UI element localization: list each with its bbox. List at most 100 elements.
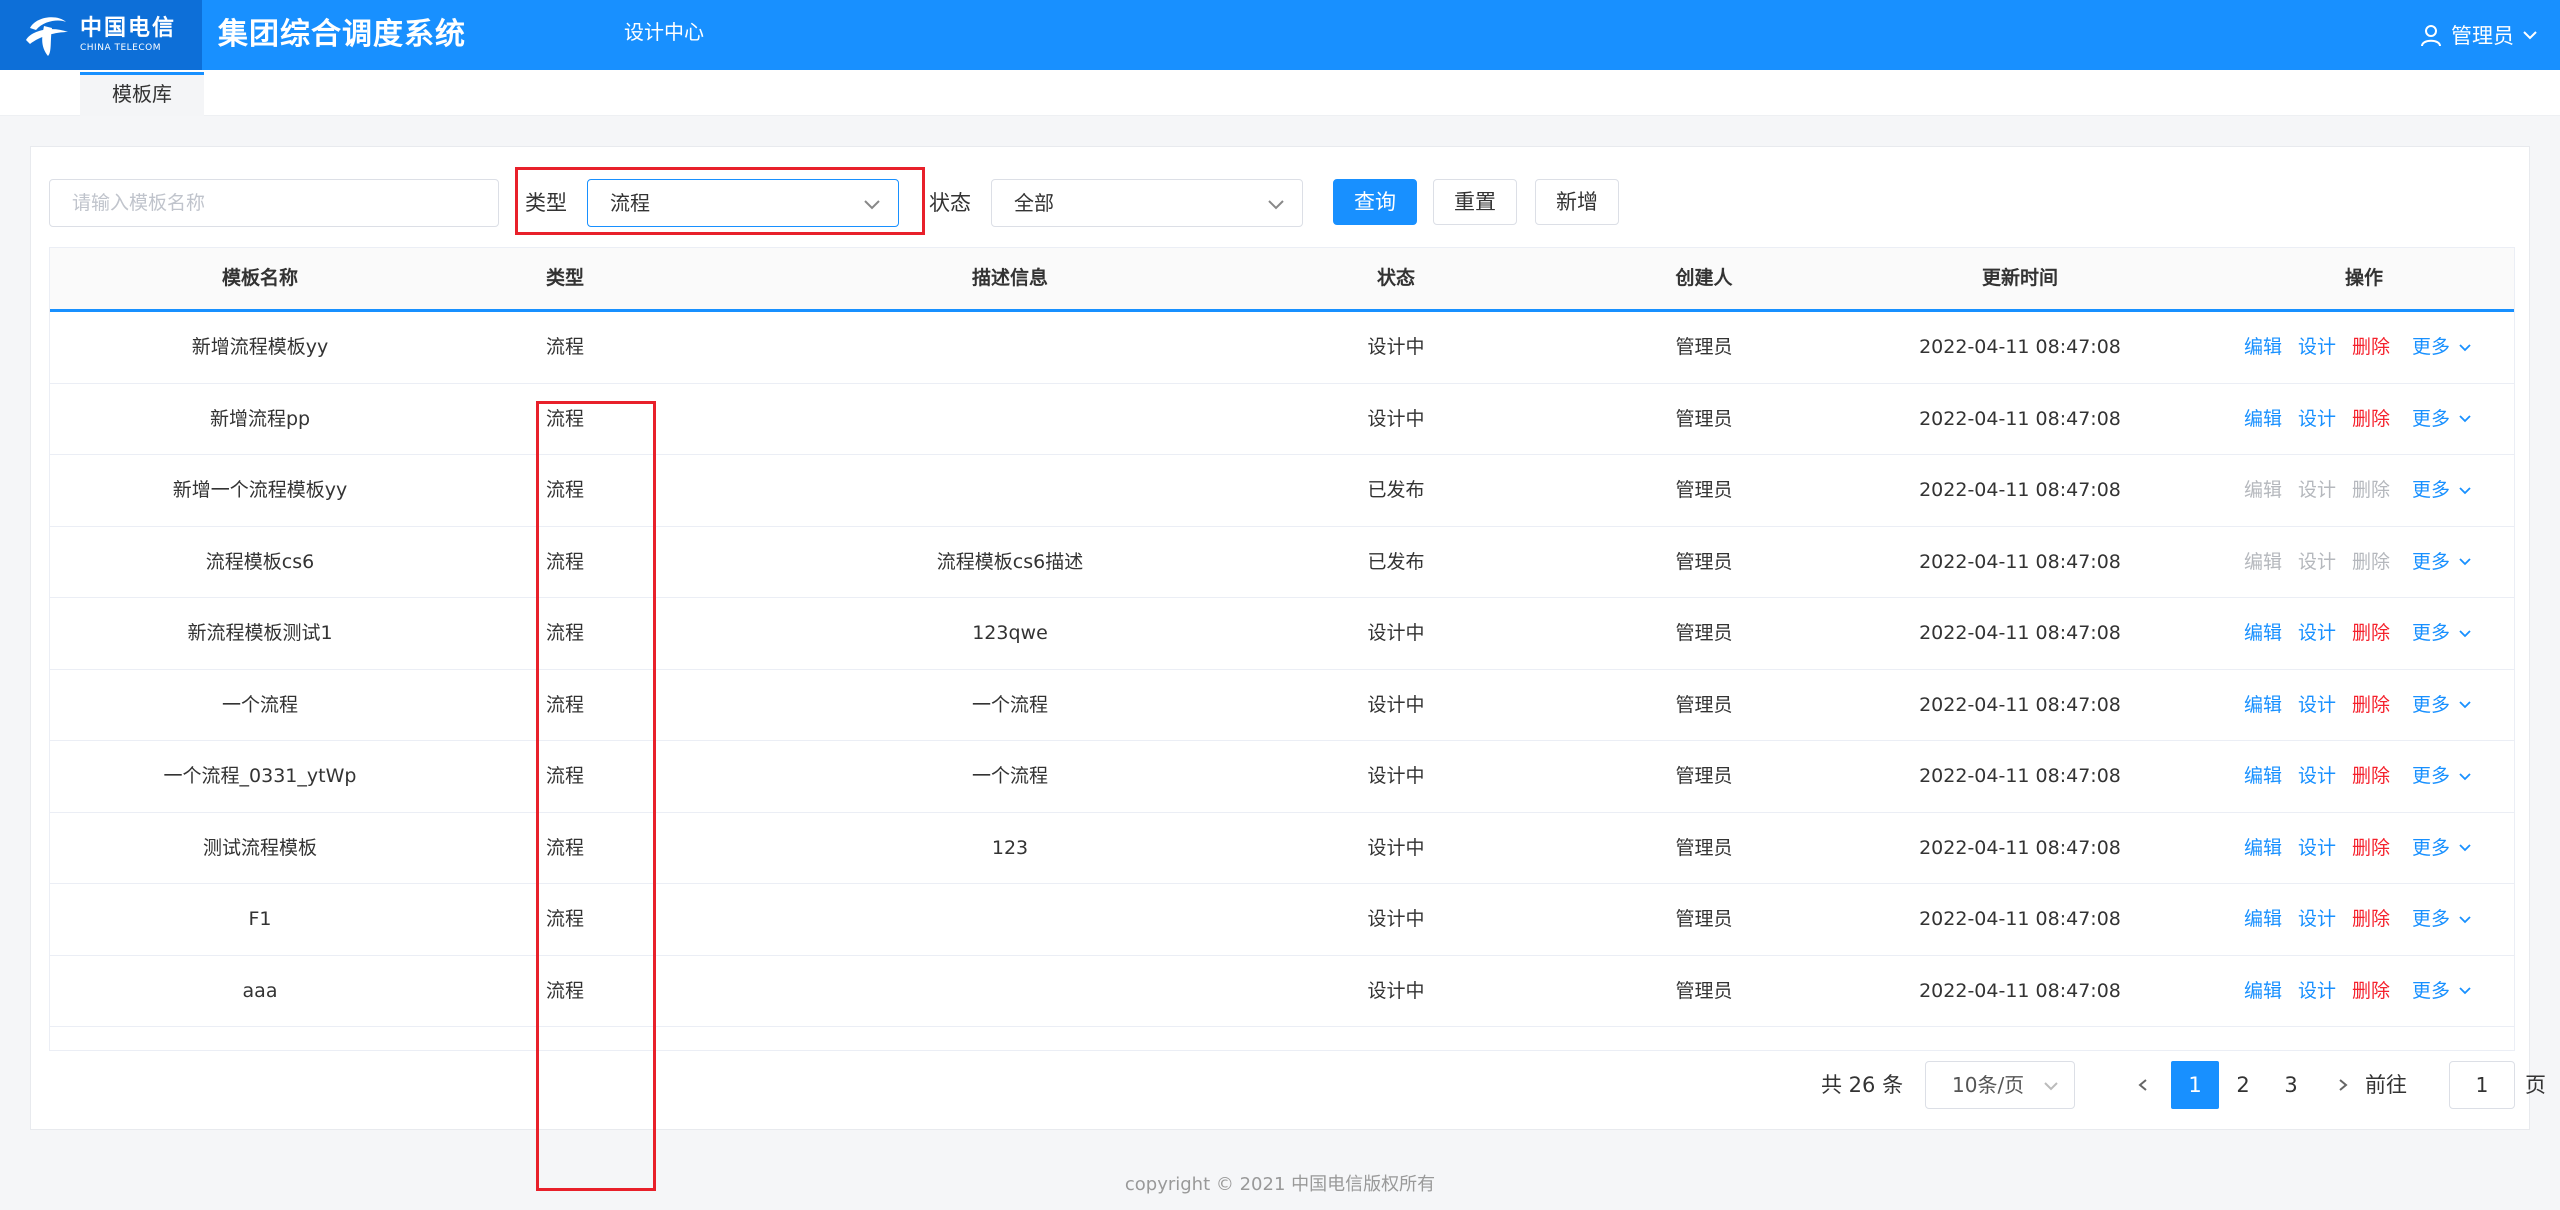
cell-updated-time: 2022-04-11 08:47:08: [1919, 479, 2121, 501]
delete-link[interactable]: 删除: [2352, 312, 2390, 383]
row-actions: 编辑 设计 删除 更多: [2244, 455, 2516, 526]
goto-page-input[interactable]: [2449, 1061, 2515, 1109]
more-link[interactable]: 更多: [2412, 455, 2472, 526]
design-link-label: 设计: [2298, 622, 2337, 644]
user-icon: [2421, 25, 2441, 47]
edit-link[interactable]: 编辑: [2244, 312, 2282, 383]
cell-status: 设计中: [1367, 836, 1425, 859]
more-link[interactable]: 更多: [2412, 741, 2472, 812]
page-size-select[interactable]: 10条/页: [1925, 1061, 2075, 1109]
delete-link-label: 删除: [2352, 979, 2391, 1002]
design-link[interactable]: 设计: [2298, 455, 2336, 526]
more-link[interactable]: 更多: [2412, 527, 2472, 598]
design-link[interactable]: 设计: [2298, 956, 2336, 1027]
edit-link[interactable]: 编辑: [2244, 813, 2282, 884]
delete-link[interactable]: 删除: [2352, 384, 2390, 455]
delete-link[interactable]: 删除: [2352, 455, 2390, 526]
cell-updated-time: 2022-04-11 08:47:08: [1919, 765, 2121, 787]
row-actions: 编辑 设计 删除 更多: [2244, 813, 2516, 884]
table-row: aaa 流程 设计中 管理员 2022-04-11 08:47:08 编辑 设计 删除 更多: [50, 956, 2514, 1027]
delete-link[interactable]: 删除: [2352, 884, 2390, 955]
delete-link-label: 删除: [2352, 622, 2391, 644]
cell-template-name: 一个流程: [221, 693, 298, 716]
more-link[interactable]: 更多: [2412, 312, 2472, 383]
cell-status: 设计中: [1367, 622, 1425, 644]
delete-link-label: 删除: [2352, 336, 2391, 358]
cell-template-name: 一个流程_0331_ytWp: [163, 765, 357, 787]
edit-link-label: 编辑: [2244, 979, 2283, 1002]
delete-link[interactable]: 删除: [2352, 598, 2390, 669]
design-link[interactable]: 设计: [2298, 312, 2336, 383]
edit-link[interactable]: 编辑: [2244, 956, 2282, 1027]
type-filter-highlight: [515, 167, 925, 235]
page-size-value: 10条/页: [1952, 1073, 2025, 1097]
cell-description: 一个流程: [971, 693, 1048, 716]
query-button[interactable]: 查询: [1333, 179, 1417, 225]
template-name-input[interactable]: [49, 179, 499, 227]
more-link[interactable]: 更多: [2412, 670, 2472, 741]
design-link[interactable]: 设计: [2298, 384, 2336, 455]
design-link[interactable]: 设计: [2298, 741, 2336, 812]
page-button-2[interactable]: 2: [2219, 1061, 2267, 1109]
delete-link[interactable]: 删除: [2352, 527, 2390, 598]
more-link[interactable]: 更多: [2412, 956, 2472, 1027]
cell-description: [750, 956, 1270, 1027]
prev-page-button[interactable]: [2119, 1061, 2167, 1109]
logo-en: CHINA TELECOM: [80, 43, 161, 53]
chevron-down-icon: [2459, 343, 2471, 351]
page-button-3[interactable]: 3: [2267, 1061, 2315, 1109]
delete-link[interactable]: 删除: [2352, 956, 2390, 1027]
delete-link[interactable]: 删除: [2352, 813, 2390, 884]
delete-link[interactable]: 删除: [2352, 670, 2390, 741]
cell-template-name: 新增一个流程模板yy: [172, 479, 348, 501]
status-filter-label: 状态: [929, 191, 971, 215]
cell-creator: 管理员: [1675, 765, 1733, 787]
edit-link[interactable]: 编辑: [2244, 527, 2282, 598]
more-link-label: 更多: [2412, 622, 2451, 644]
pagination-total: 共 26 条: [1821, 1073, 1904, 1097]
more-link-label: 更多: [2412, 693, 2451, 716]
more-link[interactable]: 更多: [2412, 384, 2472, 455]
next-page-button[interactable]: [2319, 1061, 2367, 1109]
edit-link[interactable]: 编辑: [2244, 455, 2282, 526]
edit-link[interactable]: 编辑: [2244, 884, 2282, 955]
delete-link-label: 删除: [2352, 693, 2391, 716]
cell-template-name: 新流程模板测试1: [187, 622, 333, 644]
table-row: 新增一个流程模板yy 流程 已发布 管理员 2022-04-11 08:47:08 编辑设…: [50, 455, 2514, 527]
more-link[interactable]: 更多: [2412, 598, 2472, 669]
design-link-label: 设计: [2298, 908, 2337, 930]
more-link-label: 更多: [2412, 336, 2451, 358]
tab-template-library[interactable]: 模板库: [80, 72, 204, 116]
edit-link[interactable]: 编辑: [2244, 741, 2282, 812]
column-header-status: 状态: [1376, 267, 1415, 289]
delete-link[interactable]: 删除: [2352, 741, 2390, 812]
add-button[interactable]: 新增: [1535, 179, 1619, 225]
nav-design-center[interactable]: 设计中心: [624, 0, 704, 64]
chevron-down-icon: [2044, 1082, 2058, 1091]
cell-creator: 管理员: [1675, 622, 1733, 644]
table-row: F1 流程 设计中 管理员 2022-04-11 08:47:08 编辑 设计 删除 更多: [50, 884, 2514, 956]
reset-button[interactable]: 重置: [1433, 179, 1517, 225]
more-link[interactable]: 更多: [2412, 813, 2472, 884]
design-link[interactable]: 设计: [2298, 527, 2336, 598]
edit-link[interactable]: 编辑: [2244, 384, 2282, 455]
design-link-label: 设计: [2298, 979, 2337, 1002]
more-link[interactable]: 更多: [2412, 884, 2472, 955]
edit-link[interactable]: 编辑: [2244, 670, 2282, 741]
table-row: 一个流程_0331_ytWp 流程 一个流程 设计中 管理员 2022-04-11 08:…: [50, 741, 2514, 813]
design-link-label: 设计: [2298, 836, 2337, 859]
page-button-1[interactable]: 1: [2171, 1061, 2219, 1109]
cell-updated-time: 2022-04-11 08:47:08: [1919, 550, 2121, 573]
user-menu[interactable]: 管理员: [2419, 0, 2546, 70]
cell-description: [750, 455, 1270, 526]
cell-status: 设计中: [1367, 979, 1425, 1002]
logo[interactable]: 中国电信 CHINA TELECOM: [0, 0, 202, 70]
design-link[interactable]: 设计: [2298, 884, 2336, 955]
cell-creator: 管理员: [1675, 836, 1733, 859]
design-link[interactable]: 设计: [2298, 670, 2336, 741]
status-select[interactable]: 全部: [991, 179, 1303, 227]
design-link[interactable]: 设计: [2298, 813, 2336, 884]
edit-link[interactable]: 编辑: [2244, 598, 2282, 669]
column-header-name: 模板名称: [221, 267, 298, 289]
design-link[interactable]: 设计: [2298, 598, 2336, 669]
